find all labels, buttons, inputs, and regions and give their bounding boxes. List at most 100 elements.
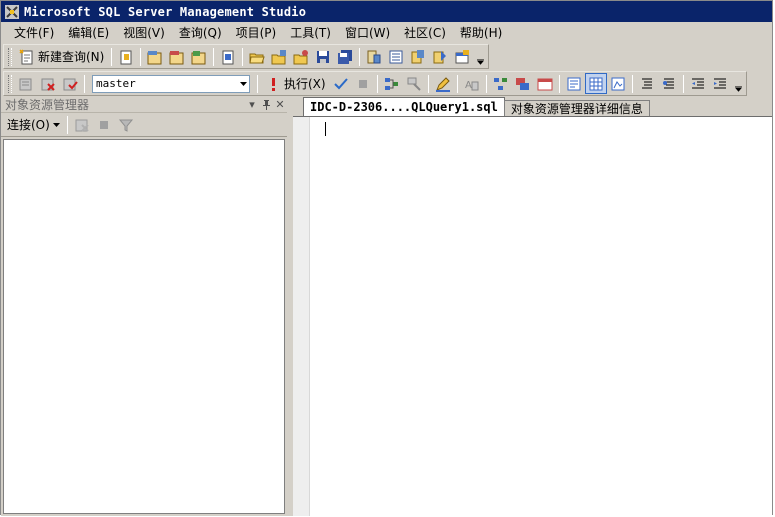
new-query-button[interactable]: 新建查询(N)	[15, 46, 108, 67]
menu-community[interactable]: 社区(C)	[397, 24, 453, 42]
dropdown-arrow-icon[interactable]	[237, 76, 249, 92]
execute-icon	[272, 77, 275, 91]
results-to-grid-button[interactable]	[584, 73, 607, 94]
object-explorer-tree[interactable]	[3, 139, 285, 514]
dmx-query-icon	[169, 50, 184, 64]
folder-add-icon	[271, 49, 287, 64]
decrease-indent-button[interactable]	[687, 73, 709, 94]
parse-button[interactable]	[330, 73, 352, 94]
oe-disconnect-button[interactable]	[71, 114, 93, 135]
query-editor[interactable]	[293, 116, 772, 516]
analyze-query-button[interactable]	[432, 73, 454, 94]
toolbar-grip[interactable]	[8, 74, 12, 93]
open-button[interactable]	[246, 46, 268, 67]
ssms-app-icon	[4, 4, 20, 20]
chevron-down-icon	[477, 59, 485, 65]
open-file-button[interactable]	[115, 46, 137, 67]
change-connection-button[interactable]	[59, 73, 81, 94]
pin-icon[interactable]	[259, 98, 273, 112]
cancel-query-button[interactable]	[352, 73, 374, 94]
results-to-file-button[interactable]	[607, 73, 629, 94]
disconnect-icon	[41, 78, 55, 91]
results-to-text-button[interactable]	[563, 73, 585, 94]
comment-icon	[641, 78, 652, 88]
add-project-button[interactable]	[290, 46, 312, 67]
ssms-window: Microsoft SQL Server Management Studio 文…	[0, 0, 773, 516]
designer-icon	[407, 77, 421, 91]
toolbar-separator	[485, 74, 487, 93]
database-select[interactable]: master	[92, 74, 250, 93]
menu-query[interactable]: 查询(Q)	[172, 24, 229, 42]
server-icon	[367, 50, 381, 63]
editor-gutter	[293, 117, 310, 516]
uncomment-icon	[662, 78, 674, 88]
execute-button[interactable]: 执行(X)	[261, 73, 330, 94]
menu-help[interactable]: 帮助(H)	[453, 24, 509, 42]
oe-filter-button[interactable]	[115, 114, 137, 135]
template-values-icon: A	[465, 80, 479, 91]
outdent-icon	[691, 78, 704, 88]
execute-label: 执行(X)	[284, 77, 326, 91]
sqlce-query-button[interactable]	[217, 46, 239, 67]
save-icon	[317, 50, 330, 63]
save-all-icon	[338, 49, 353, 64]
check-icon	[333, 77, 348, 89]
sql-editor-toolbar: master 执行(X) A	[1, 70, 772, 97]
indent-icon	[713, 78, 726, 88]
specify-template-values-button[interactable]: A	[461, 73, 483, 94]
properties-icon	[455, 49, 470, 63]
display-estimated-plan-button[interactable]	[381, 73, 403, 94]
title-bar[interactable]: Microsoft SQL Server Management Studio	[1, 1, 772, 22]
tree-icon	[389, 50, 403, 63]
menu-tools[interactable]: 工具(T)	[283, 24, 338, 42]
add-existing-button[interactable]	[268, 46, 290, 67]
connect-button[interactable]	[15, 73, 37, 94]
toolbar-grip[interactable]	[8, 47, 12, 66]
toolbar-overflow-button[interactable]	[475, 46, 486, 67]
disconnect-button[interactable]	[37, 73, 59, 94]
toolbar-separator	[359, 47, 361, 66]
query-designer-button[interactable]	[403, 73, 425, 94]
standard-toolbar: 新建查询(N)	[1, 43, 772, 70]
object-explorer-header: 对象资源管理器 ▾ ✕	[1, 97, 287, 113]
mdx-query-button[interactable]	[144, 46, 166, 67]
sqlcmd-icon	[537, 78, 553, 90]
oe-connect-button[interactable]: 连接(O)	[5, 114, 64, 135]
results-text-icon	[567, 77, 581, 90]
save-button[interactable]	[312, 46, 334, 67]
menu-project[interactable]: 项目(P)	[229, 24, 284, 42]
tab-query[interactable]: IDC-D-2306....QLQuery1.sql	[303, 97, 505, 116]
save-all-button[interactable]	[334, 46, 356, 67]
menu-view[interactable]: 视图(V)	[116, 24, 172, 42]
menu-file[interactable]: 文件(F)	[7, 24, 61, 42]
menu-window[interactable]: 窗口(W)	[338, 24, 397, 42]
solution-icon	[433, 50, 447, 63]
properties-button[interactable]	[451, 46, 473, 67]
new-file-icon	[120, 50, 132, 64]
dmx-query-button[interactable]	[166, 46, 188, 67]
tab-object-explorer-details[interactable]: 对象资源管理器详细信息	[503, 100, 650, 116]
oe-connect-label: 连接(O)	[7, 118, 50, 132]
project-icon	[293, 49, 309, 64]
solution-explorer-button[interactable]	[429, 46, 451, 67]
oe-stop-button[interactable]	[93, 114, 115, 135]
toolbar-overflow-button[interactable]	[733, 73, 744, 94]
close-icon[interactable]: ✕	[273, 98, 287, 112]
toolbar-separator	[631, 74, 633, 93]
plan-icon	[384, 77, 398, 90]
xmla-query-button[interactable]	[188, 46, 210, 67]
disconnect-icon	[75, 119, 89, 132]
comment-out-button[interactable]	[636, 73, 658, 94]
sqlcmd-mode-button[interactable]	[534, 73, 556, 94]
increase-indent-button[interactable]	[709, 73, 731, 94]
toolbar-separator	[376, 74, 378, 93]
registered-servers-button[interactable]	[363, 46, 385, 67]
object-explorer-button[interactable]	[385, 46, 407, 67]
template-icon	[411, 49, 425, 63]
include-actual-plan-button[interactable]	[490, 73, 512, 94]
uncomment-button[interactable]	[658, 73, 680, 94]
include-client-statistics-button[interactable]	[512, 73, 534, 94]
template-explorer-button[interactable]	[407, 46, 429, 67]
menu-edit[interactable]: 编辑(E)	[61, 24, 116, 42]
window-position-dropdown[interactable]: ▾	[245, 98, 259, 112]
